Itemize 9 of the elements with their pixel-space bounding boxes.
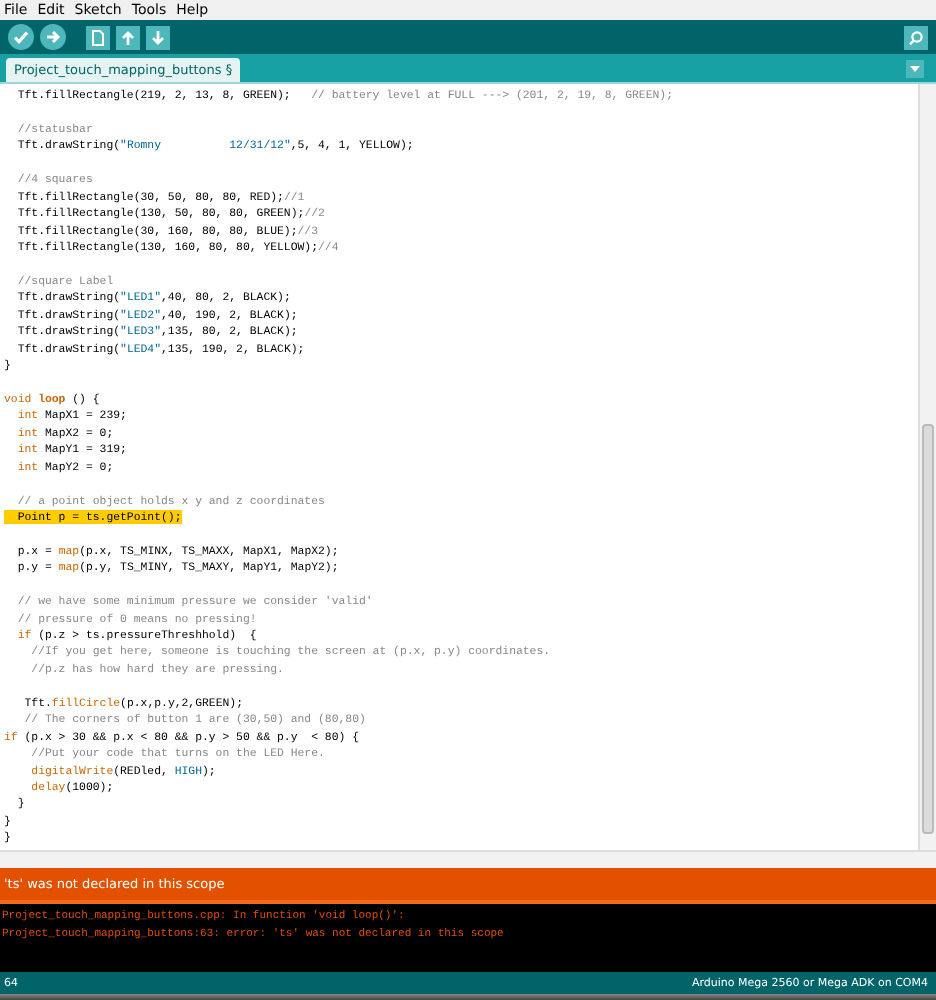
new-file-icon[interactable] [86, 25, 110, 49]
search-icon[interactable] [904, 25, 928, 49]
tab-menu-icon[interactable] [906, 59, 924, 77]
verify-check-icon[interactable] [8, 24, 34, 50]
vertical-scrollbar[interactable] [918, 84, 936, 850]
up-arrow-icon[interactable] [116, 25, 140, 49]
horizontal-scrollbar[interactable] [0, 850, 936, 868]
upload-arrow-icon[interactable] [40, 24, 66, 50]
down-arrow-icon[interactable] [146, 25, 170, 49]
